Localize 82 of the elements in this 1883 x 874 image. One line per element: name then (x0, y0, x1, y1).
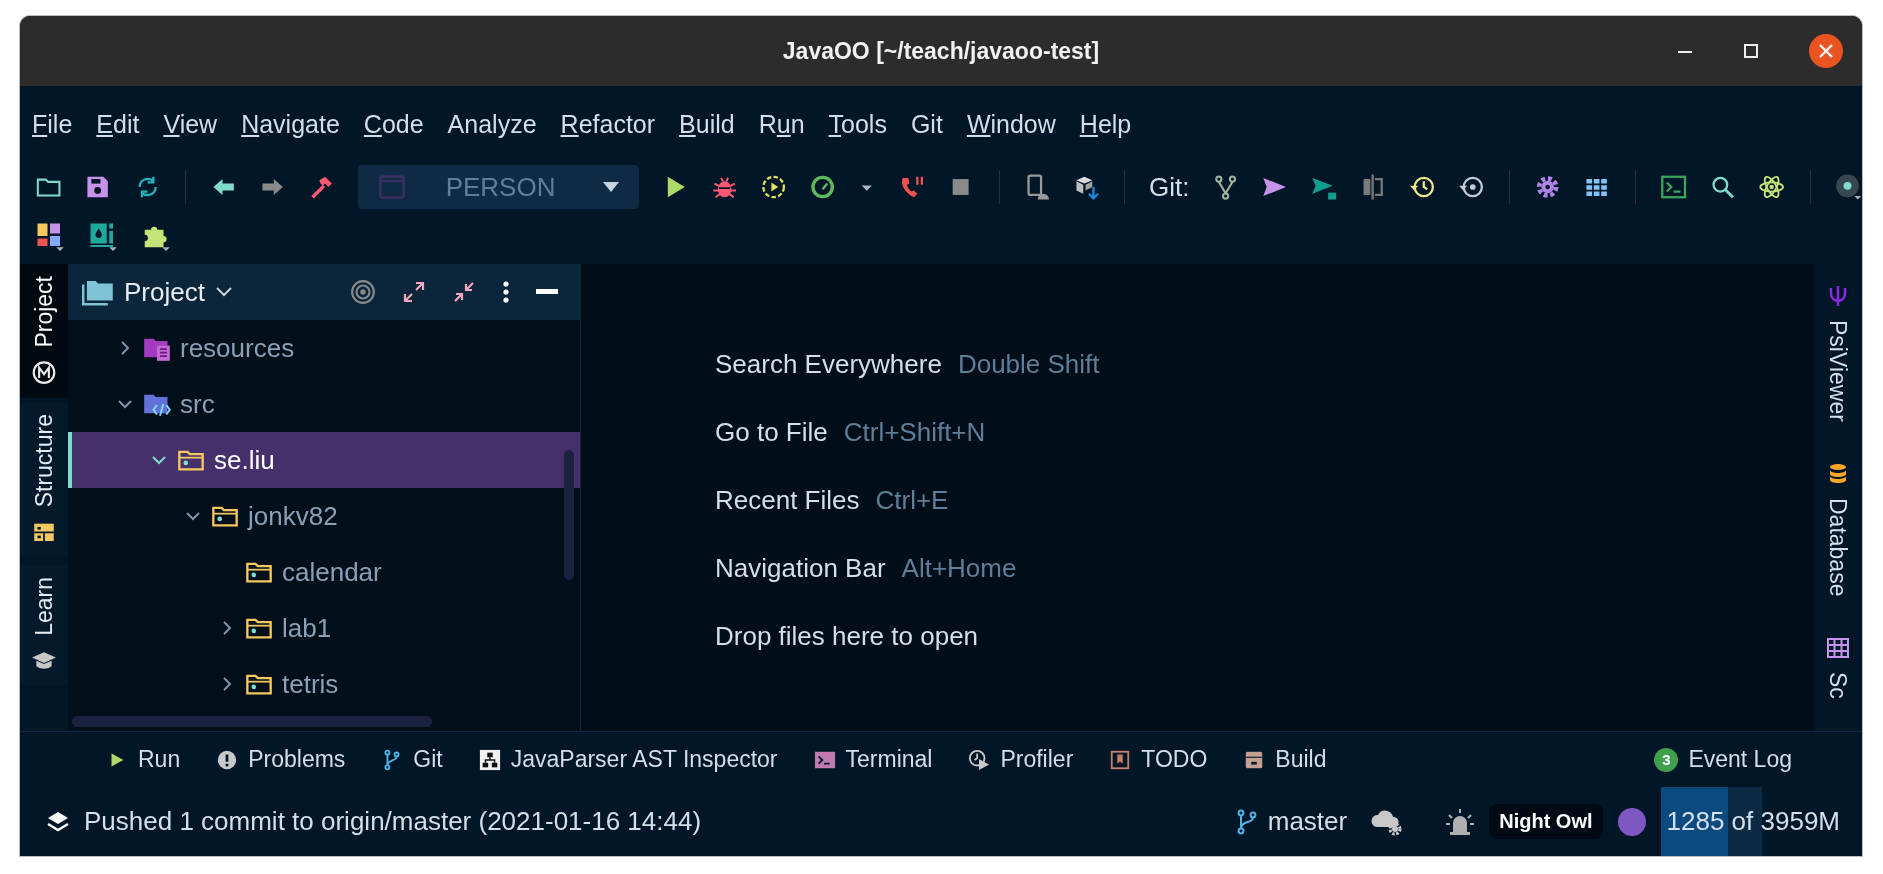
hint-text: Navigation Bar (715, 552, 886, 584)
tree-item[interactable]: resources (68, 320, 580, 376)
theme-label[interactable]: Night Owl (1489, 804, 1603, 839)
clock-play-icon (968, 748, 991, 771)
menu-item[interactable]: Build (679, 109, 735, 139)
menu-item[interactable]: Navigate (241, 109, 340, 139)
menu-item[interactable]: Run (758, 109, 805, 139)
tool-window-button[interactable]: Terminal (813, 746, 933, 773)
menu-item[interactable]: Help (1079, 109, 1132, 139)
table-icon (1825, 636, 1850, 661)
tree-item[interactable]: lab1 (68, 600, 580, 656)
chevron-down-icon[interactable] (214, 286, 233, 298)
side-tab[interactable]: Database (1824, 461, 1851, 597)
coverage-icon[interactable] (759, 173, 788, 201)
hint-text: Search Everywhere (715, 348, 942, 380)
notification-badge: 3 (1654, 747, 1679, 772)
menu-item[interactable]: Tools (828, 109, 887, 139)
alarm-light-icon[interactable] (1445, 806, 1476, 837)
tree-item[interactable]: jonkv82 (68, 488, 580, 544)
tree-item[interactable]: tetris (68, 656, 580, 712)
menu-item[interactable]: Analyze (447, 109, 537, 139)
status-message[interactable]: Pushed 1 commit to origin/master (2021-01-16 14:44) (84, 806, 702, 837)
side-tab[interactable]: PsiViewer (1824, 284, 1851, 422)
shortcut-text: Double Shift (957, 348, 1100, 380)
menu-item[interactable]: Code (363, 109, 424, 139)
hint-text: Go to File (715, 416, 828, 448)
circle-icon[interactable] (1834, 173, 1862, 201)
target-icon[interactable] (350, 279, 376, 305)
side-tab[interactable]: Learn (20, 564, 68, 686)
gauge-icon[interactable] (809, 173, 837, 201)
menu-item[interactable]: Edit (96, 109, 140, 139)
layers-icon (46, 809, 70, 834)
side-tab[interactable]: Sc (1824, 636, 1851, 700)
minimize-icon[interactable] (536, 289, 558, 295)
tree-item[interactable]: se.liu (68, 432, 580, 488)
panel-title[interactable]: Project (124, 276, 205, 308)
todo-icon (1109, 748, 1132, 771)
atom-icon[interactable] (1758, 173, 1786, 201)
menu-item[interactable]: Window (966, 109, 1056, 139)
more-options-icon[interactable] (502, 280, 510, 304)
memory-indicator[interactable]: 1285 of 3959M (1660, 787, 1840, 856)
menu-item[interactable]: Refactor (560, 109, 656, 139)
maximize-icon[interactable] (1742, 42, 1760, 60)
panel-icon[interactable] (88, 221, 118, 251)
scrollbar[interactable] (72, 716, 432, 727)
close-icon[interactable] (1808, 33, 1844, 69)
exclamation-icon (216, 748, 239, 771)
folder-stack-icon (82, 278, 114, 306)
side-tab[interactable]: Structure (20, 401, 68, 557)
window-icon (377, 174, 406, 200)
tool-window-button[interactable]: Build (1243, 746, 1327, 773)
collapse-icon[interactable] (452, 280, 476, 304)
branch-icon (1235, 808, 1258, 835)
menu-item[interactable]: Git (910, 109, 943, 139)
shortcut-text: Ctrl+E (875, 484, 949, 516)
tree-item[interactable]: src (68, 376, 580, 432)
tree-diagram-icon (478, 748, 501, 771)
tool-window-button[interactable]: Git (381, 746, 443, 773)
shortcut-text: Ctrl+Shift+N (843, 416, 986, 448)
menu-item[interactable]: View (163, 109, 218, 139)
tool-window-button[interactable]: Run (106, 746, 181, 773)
dot-icon (1616, 806, 1647, 837)
tree-item[interactable]: calendar (68, 544, 580, 600)
tool-window-button[interactable]: 3 Event Log (1654, 746, 1792, 773)
tool-window-button[interactable]: JavaParser AST Inspector (478, 746, 778, 773)
menu-item[interactable]: File (32, 109, 73, 139)
tool-window-button[interactable]: Profiler (968, 746, 1074, 773)
circle-letter-icon (31, 359, 57, 386)
tool-window-button[interactable]: Problems (216, 746, 346, 773)
side-tab[interactable]: Project (20, 264, 68, 398)
scrollbar[interactable] (564, 450, 574, 580)
terminal-icon[interactable] (1659, 173, 1687, 201)
expand-icon[interactable] (402, 280, 426, 304)
shortcut-text: Alt+Home (901, 552, 1017, 584)
hint-text: Drop files here to open (715, 620, 979, 652)
branch-widget[interactable]: master (1235, 806, 1348, 837)
git-label: Git: (1149, 171, 1190, 203)
hint-text: Recent Files (715, 484, 860, 516)
window-title: JavaOO [~/teach/javaoo-test] (782, 37, 1100, 65)
caret-icon (601, 181, 622, 193)
tool-window-button[interactable]: TODO (1109, 746, 1208, 773)
layout-icon[interactable] (35, 221, 65, 251)
